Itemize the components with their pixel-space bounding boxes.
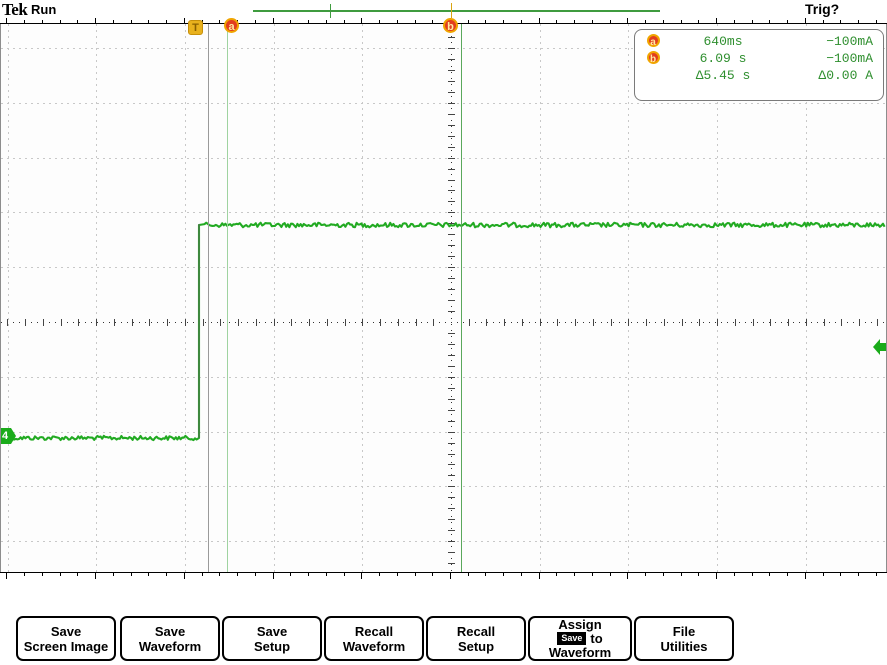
cursor-b-readout-icon: b xyxy=(639,50,667,67)
cursor-delta-time: Δ5.45 s xyxy=(695,68,751,83)
cursor-delta-icon xyxy=(639,67,667,84)
table-row: a 640ms −100mA xyxy=(639,33,879,50)
button-line-1: Assign xyxy=(558,616,602,632)
table-row: Δ5.45 s Δ0.00 A xyxy=(639,67,879,84)
button-line-1: Recall xyxy=(354,623,394,639)
recall-waveform-button[interactable]: Recall Waveform xyxy=(324,616,424,661)
bottom-ruler-axis xyxy=(0,572,887,573)
cursor-b-amplitude: −100mA xyxy=(826,51,873,66)
cursor-b-line[interactable] xyxy=(461,24,462,572)
button-line-2: Setup xyxy=(253,638,291,654)
cursor-readout-table: a 640ms −100mA b 6.09 s −100mA Δ5.45 s Δ… xyxy=(639,33,879,84)
trigger-position-badge[interactable]: T xyxy=(188,20,203,35)
button-line-1: Save xyxy=(154,623,186,639)
recall-setup-button[interactable]: Recall Setup xyxy=(426,616,526,661)
save-screen-image-button[interactable]: Save Screen Image xyxy=(16,616,116,661)
bottom-menu-bar: Save Screen Image Save Waveform Save Set… xyxy=(0,616,887,665)
cursor-b-badge[interactable]: b xyxy=(443,18,458,33)
trigger-position-line xyxy=(208,24,209,572)
bottom-ruler xyxy=(0,572,887,579)
button-line-2: Utilities xyxy=(660,638,708,654)
channel-4-ground-reference-marker[interactable]: 4 xyxy=(1,428,16,444)
save-key-icon: Save xyxy=(557,632,587,645)
assign-save-to-waveform-button[interactable]: Assign Save to Waveform xyxy=(528,616,632,661)
file-utilities-button[interactable]: File Utilities xyxy=(634,616,734,661)
button-line-2: Waveform xyxy=(548,644,612,660)
cursor-a-line[interactable] xyxy=(227,24,228,572)
tek-logo: Tek xyxy=(2,0,28,19)
button-line-2: Screen Image xyxy=(23,638,109,654)
trigger-status-label: Trig? xyxy=(805,1,840,17)
ch-ref-label: 4 xyxy=(2,430,9,442)
save-setup-button[interactable]: Save Setup xyxy=(222,616,322,661)
cursor-a-badge[interactable]: a xyxy=(224,18,239,33)
ch-ref-pointer-icon xyxy=(11,428,16,444)
cursor-b-time: 6.09 s xyxy=(699,51,747,66)
button-line-mid: Save to xyxy=(530,630,630,646)
save-waveform-button[interactable]: Save Waveform xyxy=(120,616,220,661)
oscilloscope-screen: Tek Run Trig? 4 T a b a 640ms −100mA b 6… xyxy=(0,0,887,665)
button-line-1: Recall xyxy=(456,623,496,639)
button-line-2: Waveform xyxy=(138,638,202,654)
waveform-ch4 xyxy=(2,221,886,442)
cursor-a-time: 640ms xyxy=(703,34,743,49)
button-line-1: File xyxy=(672,623,696,639)
cursor-delta-amplitude: Δ0.00 A xyxy=(818,68,873,83)
top-status-bar: Tek Run Trig? xyxy=(0,0,887,20)
settings-bar: 4 5.00 A Ω 2.00 s T →▼ 5.90000 s 500 S/s… xyxy=(0,579,887,605)
trigger-level-marker[interactable] xyxy=(870,339,886,355)
button-line-1: Save xyxy=(50,623,82,639)
button-mid-word: to xyxy=(590,630,603,646)
acquisition-window-bar xyxy=(253,10,660,12)
graticule: 4 xyxy=(0,24,887,572)
run-status-label: Run xyxy=(31,2,57,17)
button-line-2: Setup xyxy=(457,638,495,654)
button-line-1: Save xyxy=(256,623,288,639)
acquisition-window-tick-left xyxy=(330,4,331,18)
cursor-a-amplitude: −100mA xyxy=(826,34,873,49)
table-row: b 6.09 s −100mA xyxy=(639,50,879,67)
trigger-level-body xyxy=(879,343,886,351)
cursor-readout-box: a 640ms −100mA b 6.09 s −100mA Δ5.45 s Δ… xyxy=(634,29,884,101)
cursor-a-readout-icon: a xyxy=(639,33,667,50)
acquisition-window-tick-right xyxy=(451,3,452,18)
button-line-2: Waveform xyxy=(342,638,406,654)
